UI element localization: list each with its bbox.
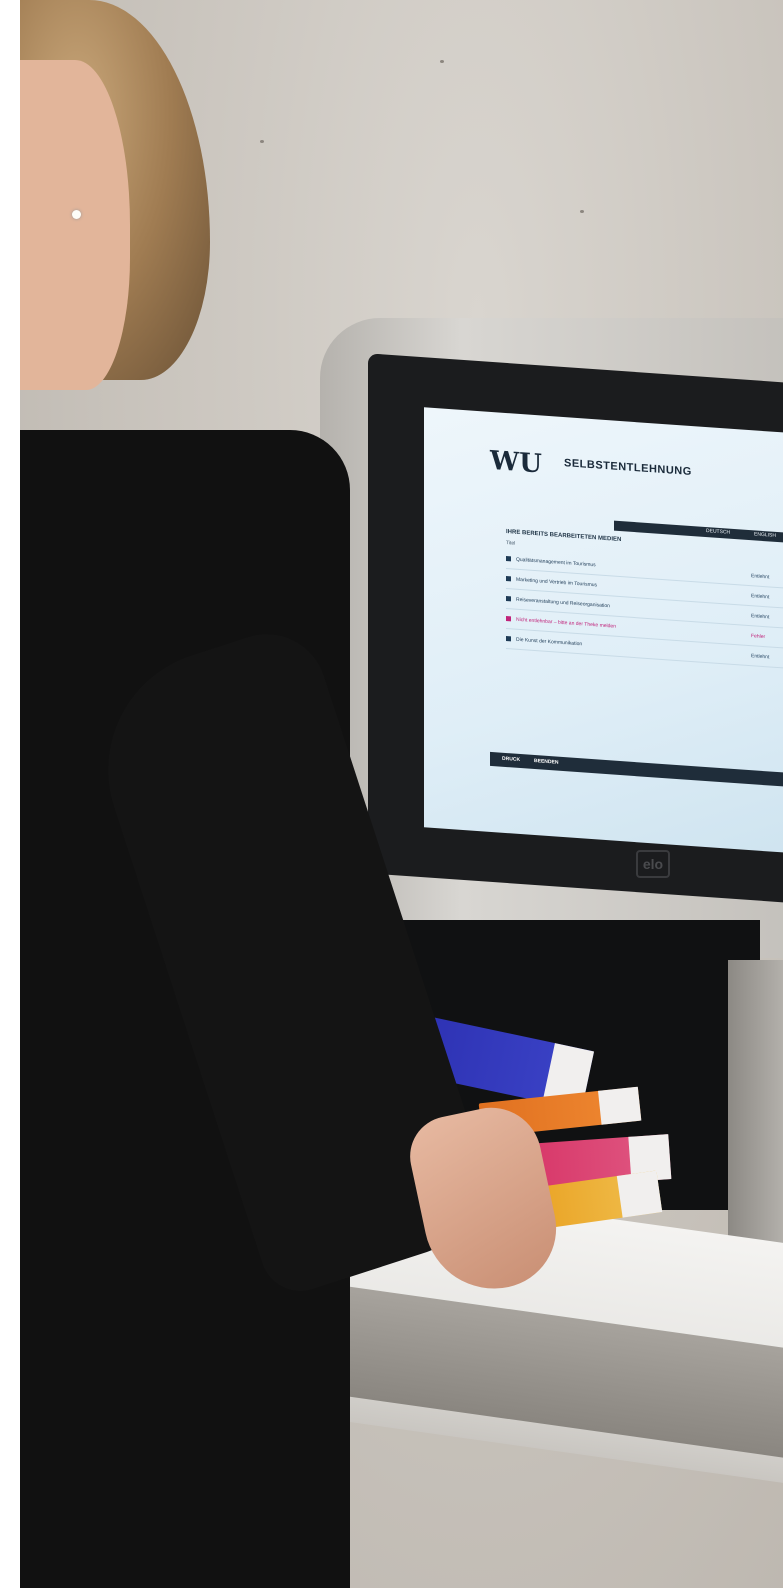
column-title-header: Titel xyxy=(506,540,516,547)
language-tabbar: DEUTSCH ENGLISH xyxy=(614,520,783,544)
book-icon xyxy=(506,556,511,562)
item-title: Marketing und Vertrieb im Tourismus xyxy=(516,576,598,589)
item-status: Entlehnt xyxy=(751,613,770,621)
item-title: Nicht entlehnbar – bitte an der Theke me… xyxy=(516,616,616,630)
item-title: Qualitätsmanagement im Tourismus xyxy=(516,556,596,569)
item-status: Entlehnt xyxy=(751,653,770,661)
wall-speck xyxy=(260,140,264,143)
book-spine xyxy=(598,1086,642,1125)
photo-scene: WU SELBSTENTLEHNUNG DEUTSCH ENGLISH IHRE… xyxy=(20,0,783,1588)
media-list: Qualitätsmanagement im Tourismus Entlehn… xyxy=(506,549,783,670)
app-title: SELBSTENTLEHNUNG xyxy=(564,457,692,479)
wall-speck xyxy=(440,60,444,63)
item-title: Reiseveranstaltung und Reiseorganisation xyxy=(516,596,610,610)
wall-speck xyxy=(580,210,584,213)
elo-logo: elo xyxy=(636,850,670,878)
item-status: Fehler xyxy=(751,633,766,641)
earring xyxy=(72,210,81,219)
item-status: Entlehnt xyxy=(751,593,770,601)
item-title: Die Kunst der Kommunikation xyxy=(516,636,583,648)
book-spine xyxy=(616,1170,663,1218)
person-face xyxy=(20,60,130,390)
item-status: Entlehnt xyxy=(751,573,770,581)
book-icon xyxy=(506,596,511,602)
tab-deutsch[interactable]: DEUTSCH xyxy=(706,528,730,536)
finish-button[interactable]: BEENDEN xyxy=(534,758,558,766)
footer-bar: DRUCK BEENDEN xyxy=(490,751,783,787)
wu-logo: WU xyxy=(490,445,542,480)
warning-icon xyxy=(506,616,511,622)
kiosk-screen: WU SELBSTENTLEHNUNG DEUTSCH ENGLISH IHRE… xyxy=(424,407,783,853)
panel-header: IHRE BEREITS BEARBEITETEN MEDIEN xyxy=(506,529,622,544)
book-icon xyxy=(506,636,511,642)
tab-english[interactable]: ENGLISH xyxy=(754,531,776,539)
book-icon xyxy=(506,576,511,582)
print-button[interactable]: DRUCK xyxy=(502,756,520,763)
